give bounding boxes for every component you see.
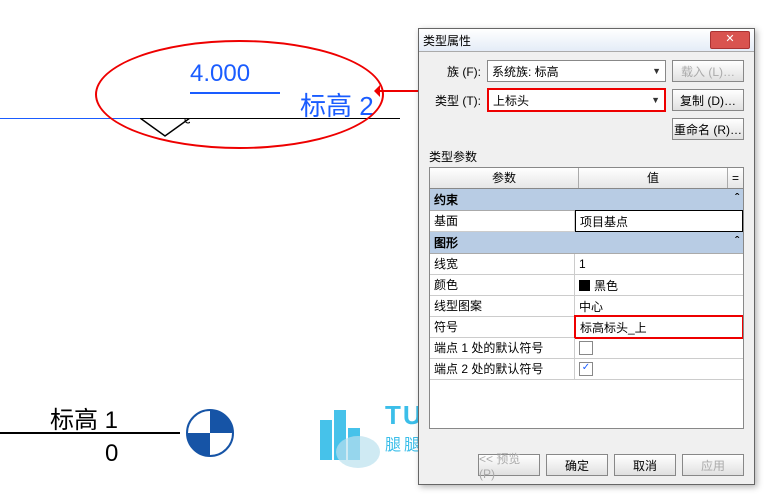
col-param: 参数 — [430, 168, 579, 188]
chevron-down-icon: ▼ — [652, 66, 661, 76]
table-row[interactable]: 颜色 黑色 — [430, 275, 743, 296]
dialog-footer: << 预览 (P) 确定 取消 应用 — [472, 454, 744, 476]
param-base: 基面 — [430, 211, 575, 231]
section-constraint[interactable]: 约束ˆ — [430, 189, 743, 211]
param-end2: 端点 2 处的默认符号 — [430, 359, 575, 379]
dialog-title: 类型属性 — [423, 32, 710, 49]
grid-header: 参数 值 = — [430, 168, 743, 189]
table-row[interactable]: 基面 项目基点 — [430, 211, 743, 232]
value-base[interactable]: 项目基点 — [575, 210, 743, 232]
value-linepattern[interactable]: 中心 — [575, 296, 743, 316]
chevron-down-icon: ▼ — [651, 95, 660, 105]
type-properties-dialog: 类型属性 ✕ 族 (F): 系统族: 标高 ▼ 载入 (L)… 类型 (T): … — [418, 28, 755, 485]
type-label: 类型 (T): — [429, 92, 481, 109]
apply-button: 应用 — [682, 454, 744, 476]
value-color[interactable]: 黑色 — [575, 275, 743, 295]
ok-button[interactable]: 确定 — [546, 454, 608, 476]
rename-button[interactable]: 重命名 (R)… — [672, 118, 744, 140]
table-row[interactable]: 符号 标高标头_上 — [430, 317, 743, 338]
level1-value: 0 — [105, 440, 118, 468]
level1-line — [0, 432, 180, 434]
params-grid: 参数 值 = 约束ˆ 基面 项目基点 图形ˆ 线宽 1 颜色 黑色 线型图案 中… — [429, 167, 744, 429]
col-equals: = — [728, 168, 743, 188]
annotation-ellipse — [95, 40, 384, 149]
table-row[interactable]: 端点 2 处的默认符号 ✓ — [430, 359, 743, 380]
family-value: 系统族: 标高 — [492, 63, 559, 80]
param-linepattern: 线型图案 — [430, 296, 575, 316]
dialog-titlebar[interactable]: 类型属性 ✕ — [419, 29, 754, 52]
color-swatch — [579, 280, 590, 291]
col-value: 值 — [579, 168, 728, 188]
value-end1[interactable] — [575, 338, 743, 358]
close-button[interactable]: ✕ — [710, 31, 750, 49]
table-row[interactable]: 线型图案 中心 — [430, 296, 743, 317]
value-lineweight[interactable]: 1 — [575, 254, 743, 274]
checkbox-unchecked[interactable] — [579, 341, 593, 355]
type-value: 上标头 — [493, 92, 529, 109]
table-row[interactable]: 端点 1 处的默认符号 — [430, 338, 743, 359]
load-button: 载入 (L)… — [672, 60, 744, 82]
value-symbol[interactable]: 标高标头_上 — [574, 315, 744, 339]
value-end2[interactable]: ✓ — [575, 359, 743, 379]
duplicate-button[interactable]: 复制 (D)… — [672, 89, 744, 111]
table-row[interactable]: 线宽 1 — [430, 254, 743, 275]
preview-button: << 预览 (P) — [478, 454, 540, 476]
param-lineweight: 线宽 — [430, 254, 575, 274]
section-graphics[interactable]: 图形ˆ — [430, 232, 743, 254]
cancel-button[interactable]: 取消 — [614, 454, 676, 476]
family-select[interactable]: 系统族: 标高 ▼ — [487, 60, 666, 82]
level1-label: 标高 1 — [50, 400, 118, 435]
level1-symbol — [185, 408, 235, 458]
param-end1: 端点 1 处的默认符号 — [430, 338, 575, 358]
type-params-label: 类型参数 — [429, 148, 744, 165]
checkbox-checked[interactable]: ✓ — [579, 362, 593, 376]
family-label: 族 (F): — [429, 63, 481, 80]
param-color: 颜色 — [430, 275, 575, 295]
type-select[interactable]: 上标头 ▼ — [487, 88, 666, 112]
param-symbol: 符号 — [430, 317, 575, 337]
